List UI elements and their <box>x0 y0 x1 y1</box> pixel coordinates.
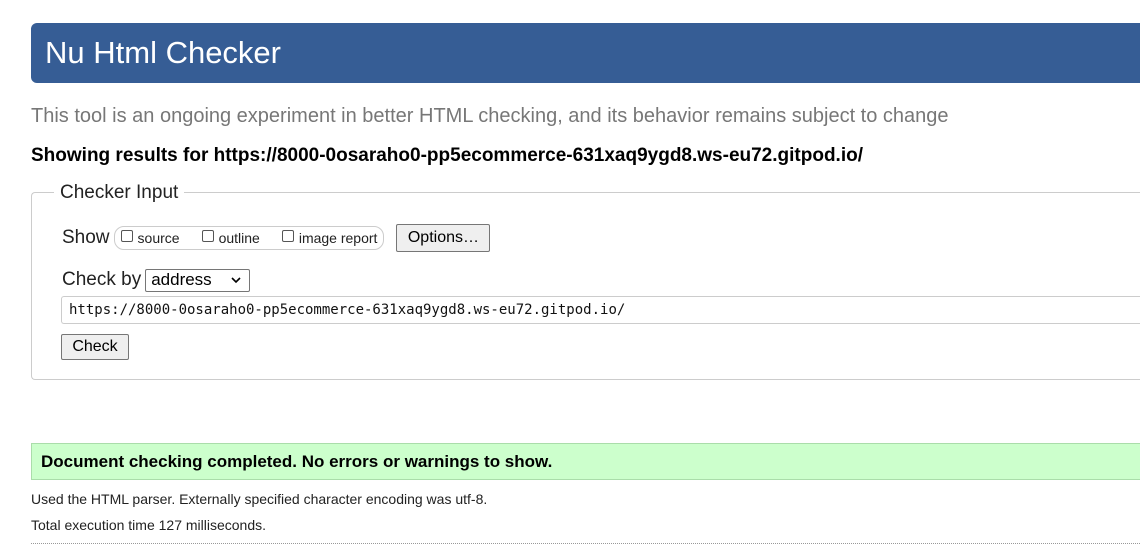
url-input[interactable]: https://8000-0osaraho0-pp5ecommerce-631x… <box>61 296 1140 324</box>
check-button[interactable]: Check <box>61 334 129 360</box>
image-report-checkbox-label: image report <box>298 230 378 246</box>
options-button[interactable]: Options… <box>396 224 491 252</box>
check-by-label: Check by <box>62 269 142 290</box>
execution-time: Total execution time 127 milliseconds. <box>31 517 267 533</box>
source-checkbox-label: source <box>137 230 180 246</box>
check-by-row: Check by address <box>62 268 251 292</box>
fieldset-legend: Checker Input <box>54 181 185 205</box>
show-options-group: source outline image report <box>113 226 385 250</box>
checker-input-fieldset: Checker Input Show source outline image … <box>31 181 1140 380</box>
tagline: This tool is an ongoing experiment in be… <box>31 105 949 127</box>
outline-checkbox-label: outline <box>218 230 260 246</box>
show-source-option[interactable]: source <box>120 230 180 246</box>
source-checkbox[interactable] <box>120 230 133 242</box>
check-by-select[interactable]: address <box>145 268 251 292</box>
success-message: Document checking completed. No errors o… <box>31 443 1140 480</box>
image-report-checkbox[interactable] <box>281 230 294 242</box>
show-label: Show <box>62 227 110 248</box>
show-image-report-option[interactable]: image report <box>281 230 378 246</box>
bottom-divider <box>31 543 1140 544</box>
check-by-selected-value: address <box>151 270 212 289</box>
parser-info: Used the HTML parser. Externally specifi… <box>31 491 488 507</box>
chevron-down-icon <box>231 276 241 283</box>
outline-checkbox[interactable] <box>201 230 214 242</box>
show-row: Show source outline image report Options… <box>62 223 491 253</box>
header-bar: Nu Html Checker <box>31 23 1140 83</box>
show-outline-option[interactable]: outline <box>201 230 260 246</box>
results-heading: Showing results for https://8000-0osarah… <box>31 145 864 166</box>
page-title: Nu Html Checker <box>45 35 281 70</box>
